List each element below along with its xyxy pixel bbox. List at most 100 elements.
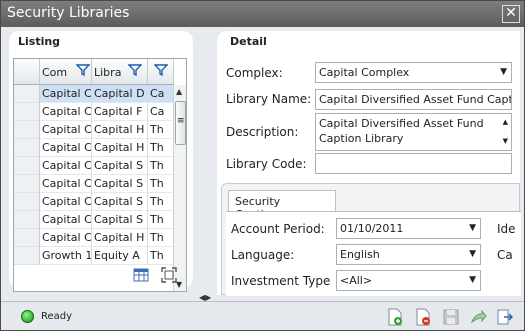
chevron-down-icon: ▼ [469, 275, 476, 285]
description-line-2: Caption Library [319, 132, 404, 145]
security-captions-section: Security Captions Account Period: 01/10/… [221, 183, 521, 296]
table-row[interactable]: Capital C Capital F Ca [14, 103, 178, 121]
table-cell[interactable]: Th [148, 211, 174, 229]
table-cell[interactable]: Capital S [92, 193, 148, 211]
close-button[interactable]: ✕ [502, 5, 520, 23]
filter-icon[interactable] [154, 63, 168, 77]
table-cell[interactable]: Th [148, 175, 174, 193]
table-cell[interactable]: Th [148, 157, 174, 175]
table-cell[interactable]: Capital H [92, 121, 148, 139]
title-bar: Security Libraries ✕ [1, 1, 524, 27]
row-indicator[interactable] [14, 121, 40, 139]
language-dropdown[interactable]: English ▼ [336, 244, 481, 265]
description-label: Description: [226, 125, 299, 139]
row-indicator[interactable] [14, 157, 40, 175]
scroll-up-arrow-icon[interactable]: ▲ [176, 87, 182, 96]
grip-icon: ≡ [177, 116, 185, 126]
investment-type-dropdown[interactable]: <All> ▼ [336, 270, 481, 291]
investment-type-label: Investment Type [231, 274, 331, 288]
maximize-icon[interactable] [161, 267, 177, 283]
table-row[interactable]: Capital C Capital D Ca [14, 85, 178, 103]
scroll-up-arrow-icon[interactable]: ▲ [503, 115, 508, 130]
filter-icon[interactable] [76, 63, 90, 77]
library-code-input[interactable] [315, 153, 512, 174]
row-indicator[interactable] [14, 85, 40, 103]
row-indicator[interactable] [14, 229, 40, 247]
table-row[interactable]: Capital C Capital H Th [14, 139, 178, 157]
library-code-label: Library Code: [226, 157, 307, 171]
table-cell[interactable]: Growth 1 [40, 247, 92, 265]
new-document-icon[interactable] [387, 308, 403, 326]
column-header-caption[interactable]: Ca [148, 59, 174, 85]
scrollbar-thumb[interactable]: ≡ [175, 101, 186, 145]
table-cell[interactable]: Th [148, 229, 174, 247]
close-icon: ✕ [505, 5, 517, 21]
table-cell[interactable]: Capital F [92, 103, 148, 121]
grid-settings-icon[interactable] [133, 267, 149, 283]
table-cell[interactable]: Capital C [40, 85, 92, 103]
table-cell[interactable]: Ca [148, 103, 174, 121]
grid-vertical-scrollbar[interactable]: ▲ ≡ ▼ [173, 85, 186, 291]
row-indicator[interactable] [14, 103, 40, 121]
table-row[interactable]: Capital C Capital S Th [14, 193, 178, 211]
library-name-value: Capital Diversified Asset Fund Capt [319, 93, 512, 106]
table-cell[interactable]: Capital C [40, 193, 92, 211]
tab-body: Account Period: 01/10/2011 ▼ Ide Languag… [226, 211, 521, 296]
table-cell[interactable]: Capital C [40, 121, 92, 139]
table-row[interactable]: Capital C Capital S Th [14, 211, 178, 229]
table-cell[interactable]: Capital C [40, 103, 92, 121]
table-cell[interactable]: Equity A [92, 247, 148, 265]
table-cell[interactable]: Capital C [40, 229, 92, 247]
account-period-label: Account Period: [231, 222, 325, 236]
row-indicator[interactable] [14, 139, 40, 157]
table-cell[interactable]: Capital S [92, 175, 148, 193]
table-cell[interactable]: Th [148, 121, 174, 139]
description-textarea[interactable]: Capital Diversified Asset Fund Caption L… [315, 113, 512, 151]
save-icon[interactable] [443, 308, 459, 326]
table-cell[interactable]: Capital S [92, 157, 148, 175]
description-line-1: Capital Diversified Asset Fund [319, 117, 484, 130]
listing-heading: Listing [18, 35, 61, 48]
library-name-input[interactable]: Capital Diversified Asset Fund Capt [315, 89, 512, 110]
row-indicator[interactable] [14, 193, 40, 211]
table-cell[interactable]: Capital H [92, 139, 148, 157]
table-cell[interactable]: Capital C [40, 211, 92, 229]
scroll-down-arrow-icon[interactable]: ▼ [503, 134, 508, 149]
filter-icon[interactable] [128, 63, 142, 77]
table-cell[interactable]: Capital S [92, 211, 148, 229]
row-indicator[interactable] [14, 247, 40, 265]
table-cell[interactable]: Capital H [92, 229, 148, 247]
account-period-value: 01/10/2011 [340, 222, 404, 235]
detail-panel: Detail Complex: Capital Complex ▼ Librar… [217, 31, 521, 296]
table-cell[interactable]: Th [148, 247, 174, 265]
language-label: Language: [231, 248, 295, 262]
table-cell[interactable]: Th [148, 193, 174, 211]
column-header-complex[interactable]: Com [40, 59, 92, 85]
table-cell[interactable]: Capital C [40, 157, 92, 175]
tab-security-captions[interactable]: Security Captions [228, 190, 336, 221]
exit-icon[interactable] [497, 308, 513, 326]
library-name-label: Library Name: [226, 92, 312, 106]
side-label-ca: Ca [497, 248, 513, 262]
delete-document-icon[interactable] [415, 308, 431, 326]
table-row[interactable]: Capital C Capital H Th [14, 121, 178, 139]
account-period-dropdown[interactable]: 01/10/2011 ▼ [336, 218, 481, 239]
complex-dropdown[interactable]: Capital Complex ▼ [315, 62, 512, 83]
table-row[interactable]: Capital C Capital S Th [14, 175, 178, 193]
table-cell[interactable]: Capital C [40, 175, 92, 193]
table-row[interactable]: Growth 1 Equity A Th [14, 247, 178, 265]
table-cell[interactable]: Capital D [92, 85, 148, 103]
listing-grid: Com Libra Ca Capital CCapital DCaCapital… [13, 58, 187, 292]
export-icon[interactable] [471, 308, 487, 326]
table-row[interactable]: Capital C Capital S Th [14, 157, 178, 175]
investment-type-value: <All> [340, 274, 373, 287]
table-cell[interactable]: Capital C [40, 139, 92, 157]
chevron-down-icon: ▼ [500, 67, 507, 77]
row-indicator[interactable] [14, 211, 40, 229]
table-cell[interactable]: Th [148, 139, 174, 157]
table-row[interactable]: Capital C Capital H Th [14, 229, 178, 247]
column-header-library[interactable]: Libra [92, 59, 148, 85]
row-indicator[interactable] [14, 175, 40, 193]
status-text: Ready [41, 311, 73, 322]
table-cell[interactable]: Ca [148, 85, 174, 103]
